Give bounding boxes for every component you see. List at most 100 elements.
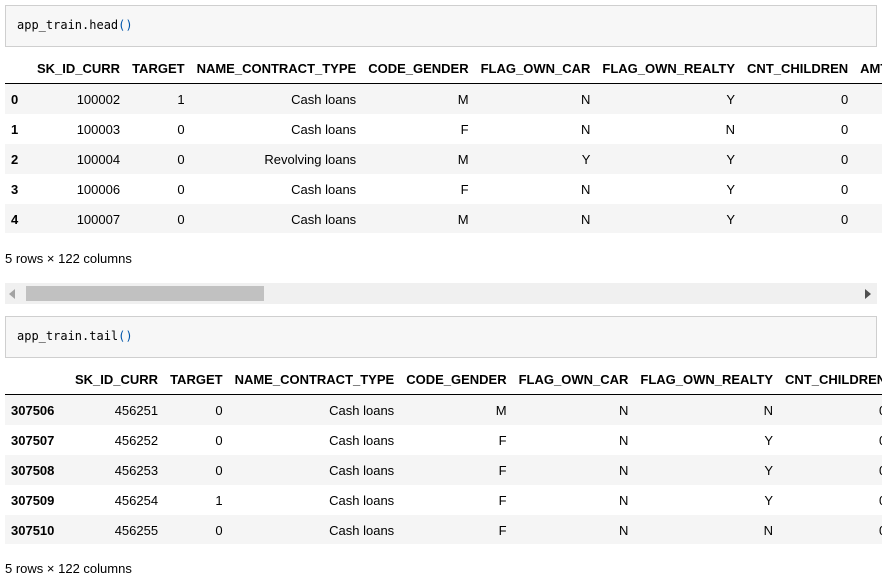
table-cell: Cash loans (291, 121, 357, 137)
table-cell: N (763, 522, 774, 538)
table-cell: 1 (177, 91, 185, 107)
table-cell: M (495, 402, 507, 418)
table-row: 3075104562550Cash loansFNN0 (5, 515, 882, 544)
column-header: CNT_CHILDREN (741, 53, 855, 84)
table-cell: Cash loans (291, 91, 357, 107)
table-cell: 100003 (76, 121, 121, 137)
table-cell: 0 (177, 211, 185, 227)
code-cell-head-input[interactable]: app_train.head() (5, 5, 877, 47)
scroll-right-arrow-icon[interactable] (865, 289, 871, 299)
table-cell: Y (726, 181, 736, 197)
scroll-left-arrow-icon[interactable] (9, 289, 15, 299)
table-cell: 0 (177, 181, 185, 197)
table-cell: F (460, 181, 469, 197)
dataframe-tail-table: SK_ID_CURR TARGET NAME_CONTRACT_TYPE CODE_G… (0, 364, 882, 544)
column-header: CODE_GENDER (400, 364, 513, 395)
table-cell: N (619, 522, 629, 538)
table-cell: F (498, 432, 507, 448)
index-header (5, 53, 31, 84)
rows-columns-summary: 5 rows × 122 columns (5, 251, 132, 266)
column-header: FLAG_OWN_REALTY (596, 53, 742, 84)
table-header-row: SK_ID_CURR TARGET NAME_CONTRACT_TYPE CODE_G… (5, 53, 882, 84)
table-cell: M (457, 151, 469, 167)
row-index: 0 (11, 91, 19, 107)
table-cell: 100002 (76, 91, 121, 107)
table-cell: 1 (215, 492, 223, 508)
table-cell: F (498, 462, 507, 478)
table-cell: Cash loans (329, 492, 395, 508)
table-cell: N (619, 492, 629, 508)
table-header-row: SK_ID_CURR TARGET NAME_CONTRACT_TYPE CODE_G… (5, 364, 882, 395)
table-cell (854, 144, 882, 174)
table-cell: 0 (840, 211, 849, 227)
table-cell: 100006 (76, 181, 121, 197)
table-cell: M (457, 91, 469, 107)
table-cell: 0 (779, 425, 882, 455)
table-row: 2 100004 0 Revolving loans M Y Y 0 (5, 144, 882, 174)
table-cell: 0 (840, 151, 849, 167)
table-cell: 0 (779, 395, 882, 426)
table-row: 3075084562530Cash loansFNY0 (5, 455, 882, 485)
code-cell-tail-input[interactable]: app_train.tail() (5, 316, 877, 358)
table-cell: Cash loans (329, 432, 395, 448)
table-cell: N (581, 181, 591, 197)
table-cell: N (581, 211, 591, 227)
horizontal-scrollbar[interactable] (5, 283, 877, 304)
table-cell: M (457, 211, 469, 227)
row-index: 307507 (11, 432, 55, 448)
row-index: 307509 (11, 492, 55, 508)
table-cell: Y (726, 151, 736, 167)
row-index: 1 (11, 121, 19, 137)
column-header: SK_ID_CURR (31, 53, 127, 84)
row-index: 307510 (11, 522, 55, 538)
table-cell: 0 (779, 455, 882, 485)
table-cell: N (619, 432, 629, 448)
table-cell: Y (726, 91, 736, 107)
index-header (5, 364, 69, 395)
table-cell: N (619, 402, 629, 418)
row-index: 2 (11, 151, 19, 167)
table-cell: N (725, 121, 736, 137)
table-cell (854, 114, 882, 144)
table-row: 307509 456254 1 Cash loans F N Y0 (5, 485, 882, 515)
scrollbar-thumb[interactable] (26, 286, 264, 301)
table-cell: 0 (840, 121, 849, 137)
table-cell (854, 204, 882, 233)
table-cell: Cash loans (329, 522, 395, 538)
table-row: 3075064562510Cash loansMNN0 (5, 394, 882, 426)
table-row: 3075074562520Cash loansFNY0 (5, 425, 882, 455)
column-header: NAME_CONTRACT_TYPE (190, 53, 363, 84)
table-cell: N (619, 462, 629, 478)
table-cell: Revolving loans (264, 151, 357, 167)
code-text: app_train.head() (17, 18, 133, 32)
table-cell: F (498, 522, 507, 538)
table-cell: Y (581, 151, 591, 167)
table-cell: 456253 (114, 462, 159, 478)
row-index: 307508 (11, 462, 55, 478)
dataframe-head-table: SK_ID_CURR TARGET NAME_CONTRACT_TYPE CODE_G… (0, 53, 882, 233)
rows-columns-summary: 5 rows × 122 columns (5, 561, 132, 576)
table-row: 4 100007 0 Cash loans M N Y 0 (5, 204, 882, 233)
column-header: AMT_INCOME_TOTAL (854, 53, 882, 84)
table-cell: 0 (840, 181, 849, 197)
table-cell: N (581, 121, 591, 137)
table-cell: Cash loans (329, 402, 395, 418)
column-header: FLAG_OWN_CAR (474, 53, 597, 84)
column-header: TARGET (164, 364, 229, 395)
table-cell: Cash loans (329, 462, 395, 478)
table-cell: F (498, 492, 507, 508)
table-cell: 0 (215, 522, 223, 538)
column-header: FLAG_OWN_CAR (512, 364, 635, 395)
table-cell: Y (764, 432, 774, 448)
table-cell: 456254 (114, 492, 159, 508)
table-cell: 0 (779, 515, 882, 544)
row-index: 307506 (11, 402, 55, 418)
table-cell: N (763, 402, 774, 418)
row-index: 3 (11, 181, 19, 197)
column-header: TARGET (126, 53, 191, 84)
table-row: 1 100003 0 Cash loans F N N 0 (5, 114, 882, 144)
table-cell: 0 (779, 485, 882, 515)
table-cell (854, 84, 882, 115)
table-row: 0 100002 1 Cash loans M N Y 0 (5, 83, 882, 115)
table-cell: 456251 (114, 402, 159, 418)
